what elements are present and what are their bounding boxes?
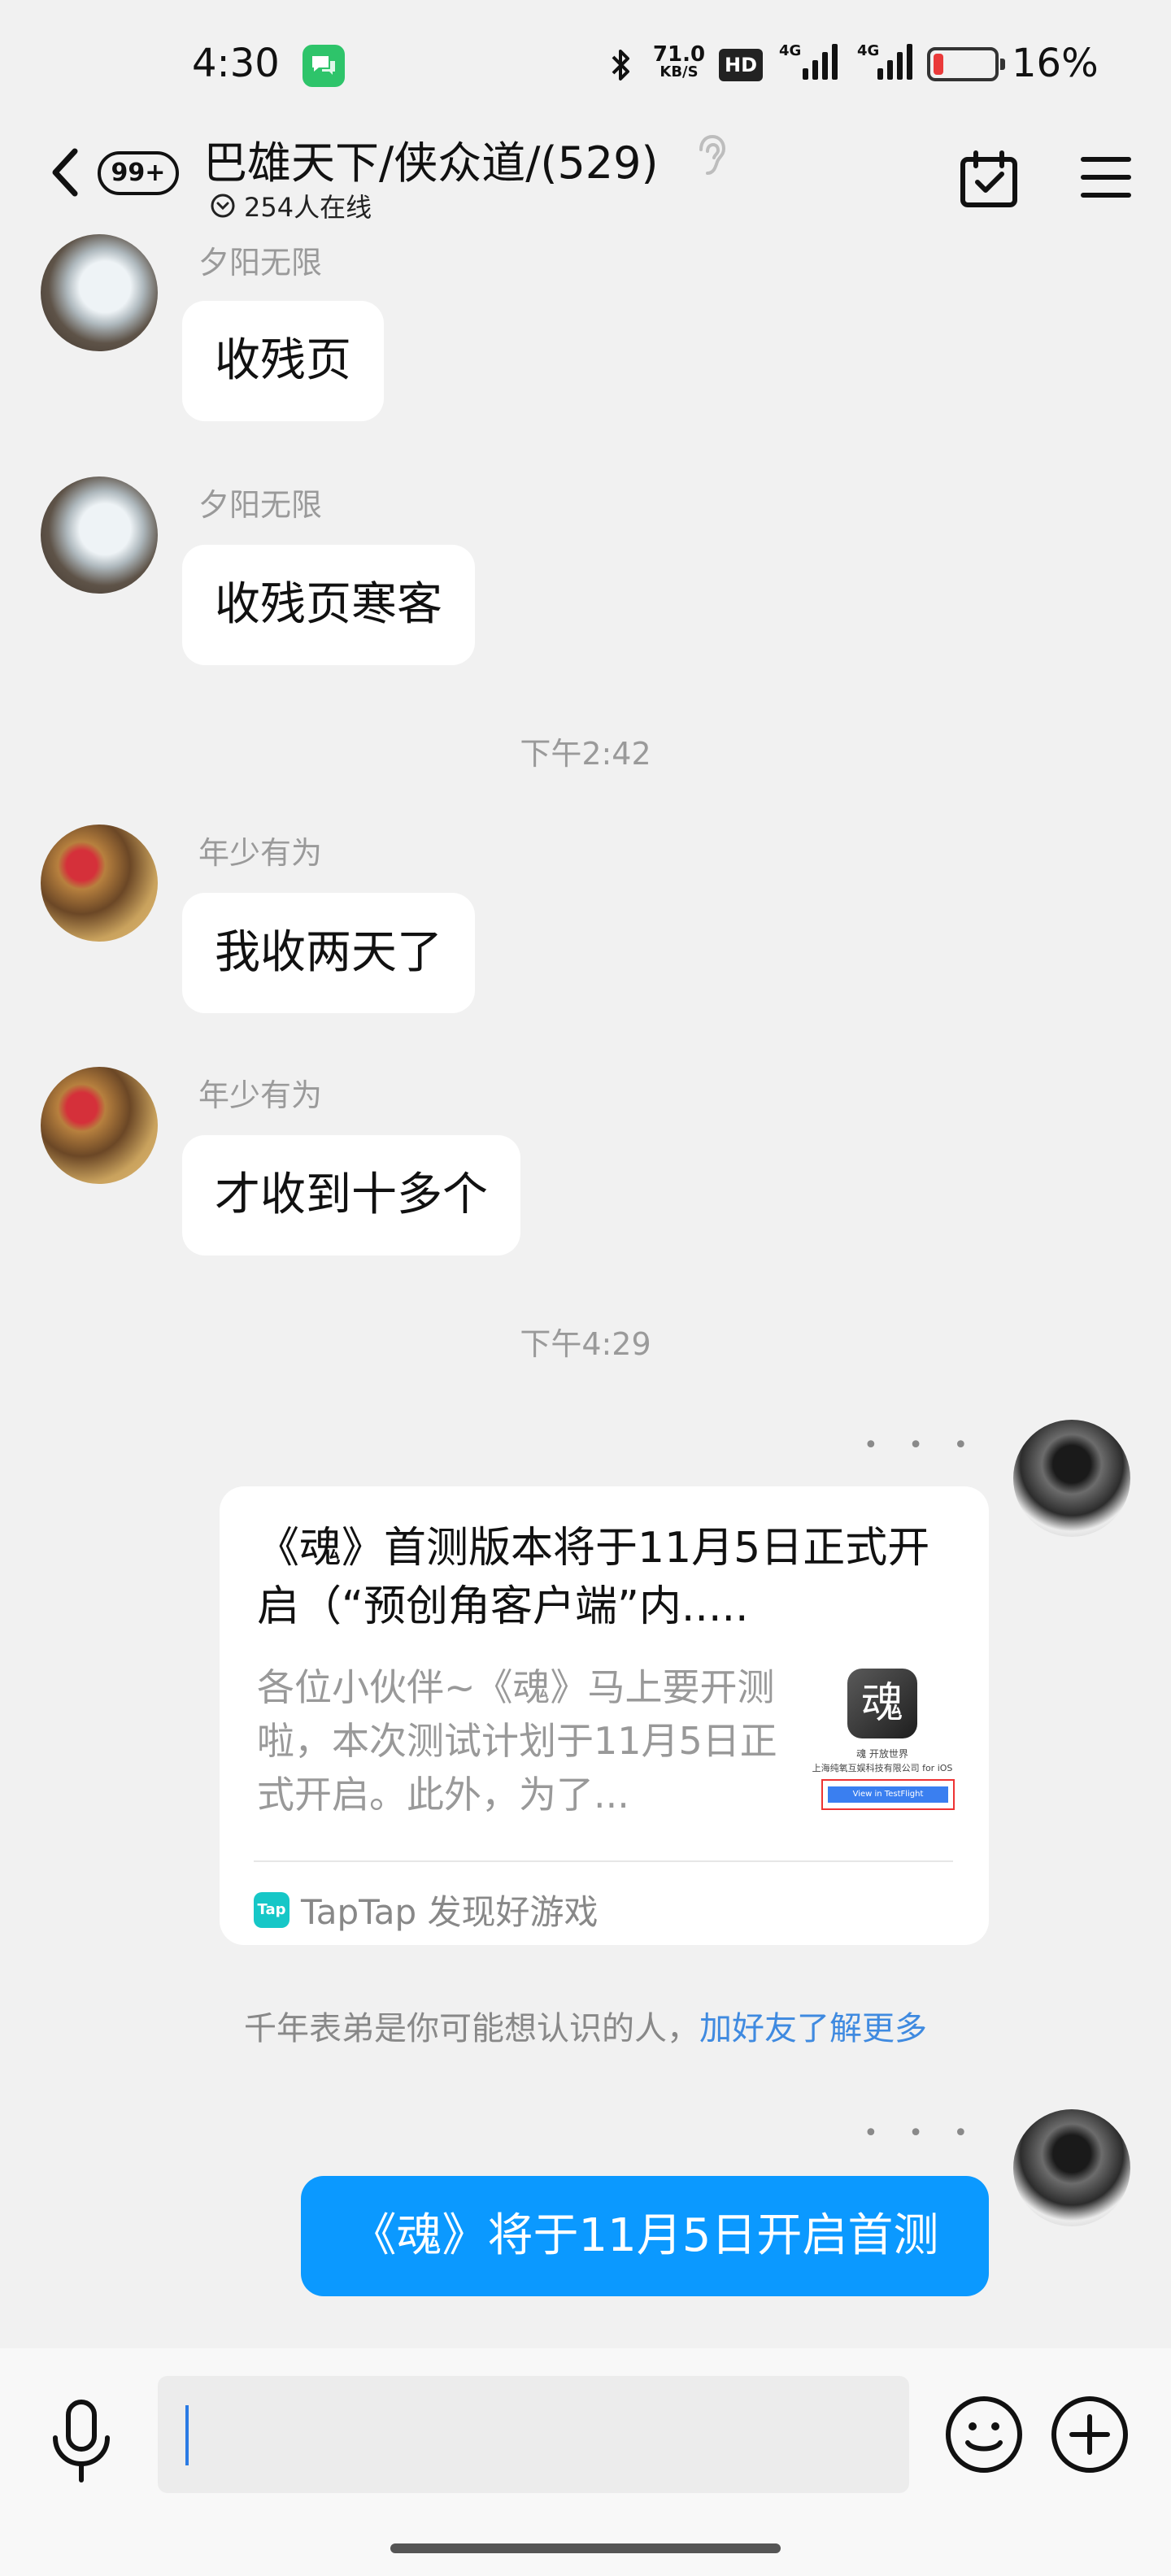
add-friend-link[interactable]: 加好友了解更多 [699, 2010, 927, 2047]
friend-suggestion: 千年表弟是你可能想认识的人，加好友了解更多 [0, 2002, 1171, 2049]
avatar[interactable] [41, 476, 158, 594]
avatar[interactable] [41, 825, 158, 942]
avatar[interactable] [41, 234, 158, 351]
input-bar [0, 2348, 1171, 2576]
message-bubble[interactable]: 收残页寒客 [182, 545, 475, 665]
battery-fill [934, 54, 943, 75]
avatar[interactable] [41, 1067, 158, 1184]
plus-icon [1051, 2396, 1128, 2473]
bluetooth-icon [608, 46, 633, 88]
sender-name: 夕阳无限 [198, 245, 323, 281]
hd-badge: HD [719, 49, 763, 81]
online-count: 254人在线 [244, 192, 372, 223]
card-divider [254, 1860, 953, 1862]
chat-header: 99+ 巴雄天下/侠众道/(529) 254人在线 [0, 122, 1171, 236]
signal-bars-icon [803, 44, 838, 80]
thumbnail-app-name: 魂 开放世界 [856, 1748, 908, 1760]
suggestion-text: 千年表弟是你可能想认识的人， [244, 2010, 699, 2047]
calendar-check-icon [960, 150, 1017, 207]
thumbnail-developer: 上海纯氧互娱科技有限公司 for iOS [812, 1763, 953, 1773]
my-avatar[interactable] [1013, 1420, 1130, 1537]
message-bubble[interactable]: 收残页 [182, 301, 384, 421]
home-indicator[interactable] [390, 2543, 781, 2553]
message-input[interactable] [158, 2376, 909, 2493]
chat-app-icon [303, 45, 345, 87]
share-card[interactable]: 《魂》首测版本将于11月5日正式开启（“预创角客户端”内..... 各位小伙伴~… [220, 1486, 989, 1945]
status-time: 4:30 [192, 41, 280, 86]
message-bubble[interactable]: 我收两天了 [182, 893, 475, 1013]
game-logo: 魂 [847, 1669, 917, 1738]
back-arrow-icon [52, 148, 78, 197]
unread-badge[interactable]: 99+ [98, 151, 179, 195]
signal-1-label: 4G [779, 42, 802, 59]
taptap-logo-icon: Tap [254, 1891, 289, 1928]
signal-bars-icon [877, 44, 912, 80]
card-thumbnail: 魂 魂 开放世界 上海纯氧互娱科技有限公司 for iOS View in Te… [805, 1665, 960, 1828]
voice-button[interactable] [46, 2397, 117, 2487]
source-text: TapTap 发现好游戏 [301, 1892, 599, 1932]
more-options-icon[interactable]: • • • [864, 1431, 979, 1460]
chevron-down-icon [211, 194, 235, 218]
battery-percent: 16% [1012, 41, 1099, 86]
network-speed-unit: KB/S [660, 63, 699, 80]
text-cursor [185, 2405, 189, 2465]
status-bar: 4:30 71.0 KB/S HD 4G 4G 16% [0, 0, 1171, 122]
calendar-button[interactable] [956, 146, 1021, 211]
emoji-button[interactable] [943, 2394, 1025, 2475]
menu-icon [1081, 157, 1131, 198]
menu-button[interactable] [1080, 151, 1132, 203]
battery-icon [927, 47, 1005, 81]
sender-name: 夕阳无限 [198, 487, 323, 523]
my-message-bubble[interactable]: 《魂》将于11月5日开启首测 [301, 2176, 989, 2296]
sender-name: 年少有为 [198, 835, 323, 871]
card-title: 《魂》首测版本将于11月5日正式开启（“预创角客户端”内..... [257, 1524, 930, 1631]
card-source: Tap TapTap 发现好游戏 [254, 1885, 599, 1934]
signal-2-label: 4G [857, 42, 880, 59]
sender-name: 年少有为 [198, 1077, 323, 1113]
time-divider: 下午4:29 [520, 1326, 651, 1362]
my-avatar[interactable] [1013, 2109, 1130, 2226]
more-actions-button[interactable] [1049, 2394, 1130, 2475]
network-speed: 71.0 KB/S [651, 44, 707, 80]
online-status[interactable]: 254人在线 [210, 187, 372, 224]
microphone-icon [53, 2400, 110, 2482]
emoji-icon [946, 2396, 1022, 2473]
card-description: 各位小伙伴~《魂》马上要开测啦，本次测试计划于11月5日正式开启。此外，为了..… [257, 1665, 777, 1817]
message-bubble[interactable]: 才收到十多个 [182, 1135, 520, 1255]
group-title[interactable]: 巴雄天下/侠众道/(529) [203, 127, 659, 191]
signal-1: 4G [779, 41, 838, 83]
signal-2: 4G [846, 41, 912, 83]
time-divider: 下午2:42 [520, 736, 651, 772]
thumbnail-button: View in TestFlight [828, 1786, 948, 1803]
ear-icon[interactable] [693, 132, 729, 184]
thumbnail-highlight: View in TestFlight [821, 1779, 955, 1810]
more-options-icon[interactable]: • • • [864, 2119, 979, 2147]
network-speed-value: 71.0 [652, 42, 706, 67]
back-button[interactable] [42, 140, 91, 205]
